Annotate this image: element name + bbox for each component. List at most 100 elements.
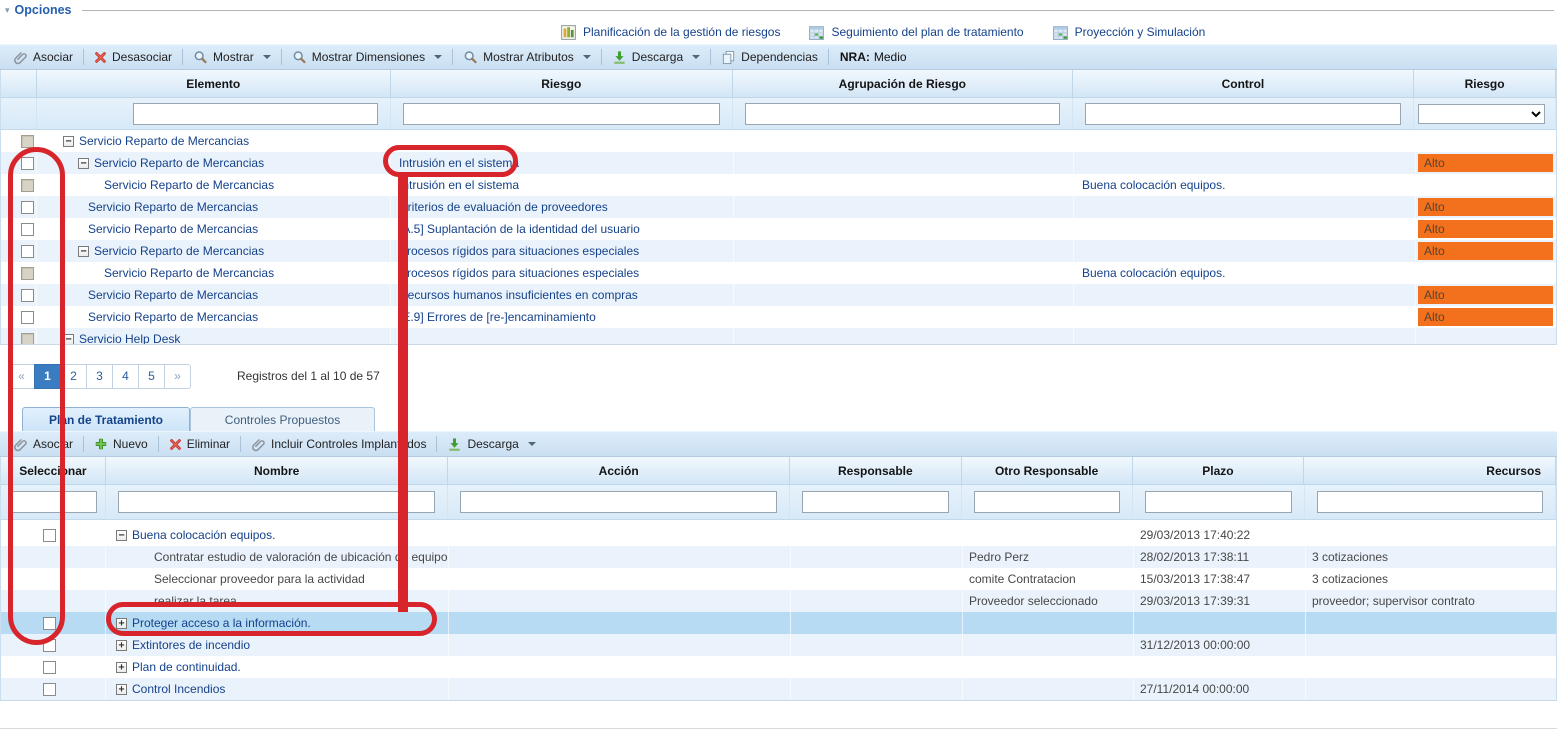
toolbar-button-mostrar-atributos[interactable]: Mostrar Atributos <box>456 48 598 67</box>
toolbar-button-mostrar-dimensiones[interactable]: Mostrar Dimensiones <box>285 48 449 67</box>
table-row[interactable]: +Extintores de incendio31/12/2013 00:00:… <box>1 634 1556 656</box>
row-checkbox[interactable] <box>21 333 34 346</box>
nav-link-planificacion-de-la-gestion-de-riesgos[interactable]: Planificación de la gestión de riesgos <box>560 24 780 41</box>
filter-agrupacion-de-riesgo[interactable] <box>745 103 1060 125</box>
table-row[interactable]: Servicio Reparto de Mercancias[A.5] Supl… <box>1 218 1556 240</box>
filter-control[interactable] <box>1085 103 1402 125</box>
page-button-1[interactable]: 1 <box>34 364 61 389</box>
filter-recursos[interactable] <box>1317 491 1543 513</box>
table-row[interactable]: Servicio Reparto de MercanciasProcesos r… <box>1 262 1556 284</box>
tree-plus-icon[interactable]: + <box>116 662 127 673</box>
filter-accion[interactable] <box>460 491 776 513</box>
row-checkbox[interactable] <box>21 179 34 192</box>
options-label[interactable]: Opciones <box>15 3 72 17</box>
row-checkbox[interactable] <box>43 639 56 652</box>
toolbar-button-descarga[interactable]: Descarga <box>440 435 542 454</box>
table-row[interactable]: Servicio Reparto de MercanciasRecursos h… <box>1 284 1556 306</box>
table-row[interactable]: Servicio Reparto de Mercancias[E.9] Erro… <box>1 306 1556 328</box>
column-header-nombre[interactable]: Nombre <box>106 457 449 484</box>
tab-strip: Plan de TratamientoControles Propuestos <box>0 407 1557 431</box>
column-header-otro-responsable[interactable]: Otro Responsable <box>962 457 1133 484</box>
table-row[interactable]: Contratar estudio de valoración de ubica… <box>1 546 1556 568</box>
row-checkbox[interactable] <box>21 135 34 148</box>
table-row[interactable]: +Plan de continuidad. <box>1 656 1556 678</box>
column-header-riesgo[interactable]: Riesgo <box>391 70 734 97</box>
filter-riesgo[interactable] <box>403 103 721 125</box>
toolbar-button-descarga[interactable]: Descarga <box>605 48 707 67</box>
toolbar-button-asociar[interactable]: Asociar <box>6 435 80 454</box>
page-first-button[interactable]: « <box>8 364 35 389</box>
tree-minus-icon[interactable]: − <box>63 136 74 147</box>
dropdown-caret-icon[interactable] <box>528 442 536 446</box>
table-row[interactable]: −Servicio Help Desk <box>1 328 1556 345</box>
table-row[interactable]: Seleccionar proveedor para la actividadc… <box>1 568 1556 590</box>
row-checkbox[interactable] <box>21 201 34 214</box>
column-header-seleccionar[interactable]: Seleccionar <box>1 457 106 484</box>
row-checkbox[interactable] <box>21 245 34 258</box>
tree-plus-icon[interactable]: + <box>116 640 127 651</box>
dropdown-caret-icon[interactable] <box>583 55 591 59</box>
filter-elemento[interactable] <box>133 103 378 125</box>
row-checkbox[interactable] <box>21 267 34 280</box>
tree-plus-icon[interactable]: + <box>116 684 127 695</box>
row-checkbox[interactable] <box>21 157 34 170</box>
table-row[interactable]: +Proteger acceso a la información. <box>1 612 1556 634</box>
nav-link-seguimiento-del-plan-de-tratamiento[interactable]: Seguimiento del plan de tratamiento <box>808 24 1023 41</box>
row-checkbox[interactable] <box>43 683 56 696</box>
tree-plus-icon[interactable]: + <box>116 618 127 629</box>
toolbar-button-desasociar[interactable]: Desasociar <box>87 48 179 66</box>
tab-plan-de-tratamiento[interactable]: Plan de Tratamiento <box>22 407 190 431</box>
filter-plazo[interactable] <box>1145 491 1292 513</box>
column-header-accion[interactable]: Acción <box>448 457 790 484</box>
table-row[interactable]: −Buena colocación equipos.29/03/2013 17:… <box>1 524 1556 546</box>
page-last-button[interactable]: » <box>164 364 191 389</box>
page-button-2[interactable]: 2 <box>60 364 87 389</box>
table-row[interactable]: −Servicio Reparto de MercanciasIntrusión… <box>1 152 1556 174</box>
toolbar-button-dependencias[interactable]: Dependencias <box>714 48 825 67</box>
column-header-agrupacion-de-riesgo[interactable]: Agrupación de Riesgo <box>733 70 1073 97</box>
column-header-plazo[interactable]: Plazo <box>1133 457 1305 484</box>
toolbar-button-nuevo[interactable]: Nuevo <box>87 435 155 453</box>
page-button-5[interactable]: 5 <box>138 364 165 389</box>
tree-minus-icon[interactable]: − <box>78 246 89 257</box>
page-button-3[interactable]: 3 <box>86 364 113 389</box>
page-button-4[interactable]: 4 <box>112 364 139 389</box>
filter-responsable[interactable] <box>802 491 949 513</box>
toolbar-button-asociar[interactable]: Asociar <box>6 48 80 67</box>
nav-link-proyeccion-y-simulacion[interactable]: Proyección y Simulación <box>1052 24 1206 41</box>
nombre-label: Buena colocación equipos. <box>132 528 275 542</box>
tree-minus-icon[interactable]: − <box>63 334 74 345</box>
table-row[interactable]: −Servicio Reparto de Mercancias <box>1 130 1556 152</box>
filter-riesgo-nivel[interactable] <box>1418 104 1545 124</box>
filter-seleccionar[interactable] <box>9 491 97 513</box>
table-row[interactable]: +Control Incendios27/11/2014 00:00:00 <box>1 678 1556 700</box>
row-checkbox[interactable] <box>43 529 56 542</box>
toolbar-button-eliminar[interactable]: Eliminar <box>162 435 237 453</box>
toolbar-button-mostrar[interactable]: Mostrar <box>186 48 278 67</box>
column-header-control[interactable]: Control <box>1073 70 1415 97</box>
dropdown-caret-icon[interactable] <box>434 55 442 59</box>
toolbar-button-incluir-controles-implantados[interactable]: Incluir Controles Implantados <box>244 435 433 454</box>
dropdown-caret-icon[interactable] <box>263 55 271 59</box>
row-checkbox[interactable] <box>43 661 56 674</box>
table-row[interactable]: Servicio Reparto de MercanciasCriterios … <box>1 196 1556 218</box>
tab-controles-propuestos[interactable]: Controles Propuestos <box>190 407 375 431</box>
row-checkbox[interactable] <box>43 617 56 630</box>
filter-nombre[interactable] <box>118 491 435 513</box>
filter-otro-responsable[interactable] <box>974 491 1120 513</box>
row-checkbox[interactable] <box>21 289 34 302</box>
column-header-riesgo[interactable]: Riesgo <box>1414 70 1556 97</box>
column-header-responsable[interactable]: Responsable <box>790 457 962 484</box>
collapse-triangle-icon[interactable]: ▾ <box>5 5 10 16</box>
row-checkbox[interactable] <box>21 223 34 236</box>
tree-minus-icon[interactable]: − <box>78 158 89 169</box>
column-header-elemento[interactable]: Elemento <box>37 70 391 97</box>
tree-minus-icon[interactable]: − <box>116 530 127 541</box>
dropdown-caret-icon[interactable] <box>692 55 700 59</box>
table-row[interactable]: Servicio Reparto de MercanciasIntrusión … <box>1 174 1556 196</box>
table-row[interactable]: −Servicio Reparto de MercanciasProcesos … <box>1 240 1556 262</box>
column-header-recursos[interactable]: Recursos <box>1304 457 1556 484</box>
row-checkbox[interactable] <box>21 311 34 324</box>
table-row[interactable]: realizar la tareaProveedor seleccionado2… <box>1 590 1556 612</box>
column-header-select[interactable] <box>1 70 37 97</box>
